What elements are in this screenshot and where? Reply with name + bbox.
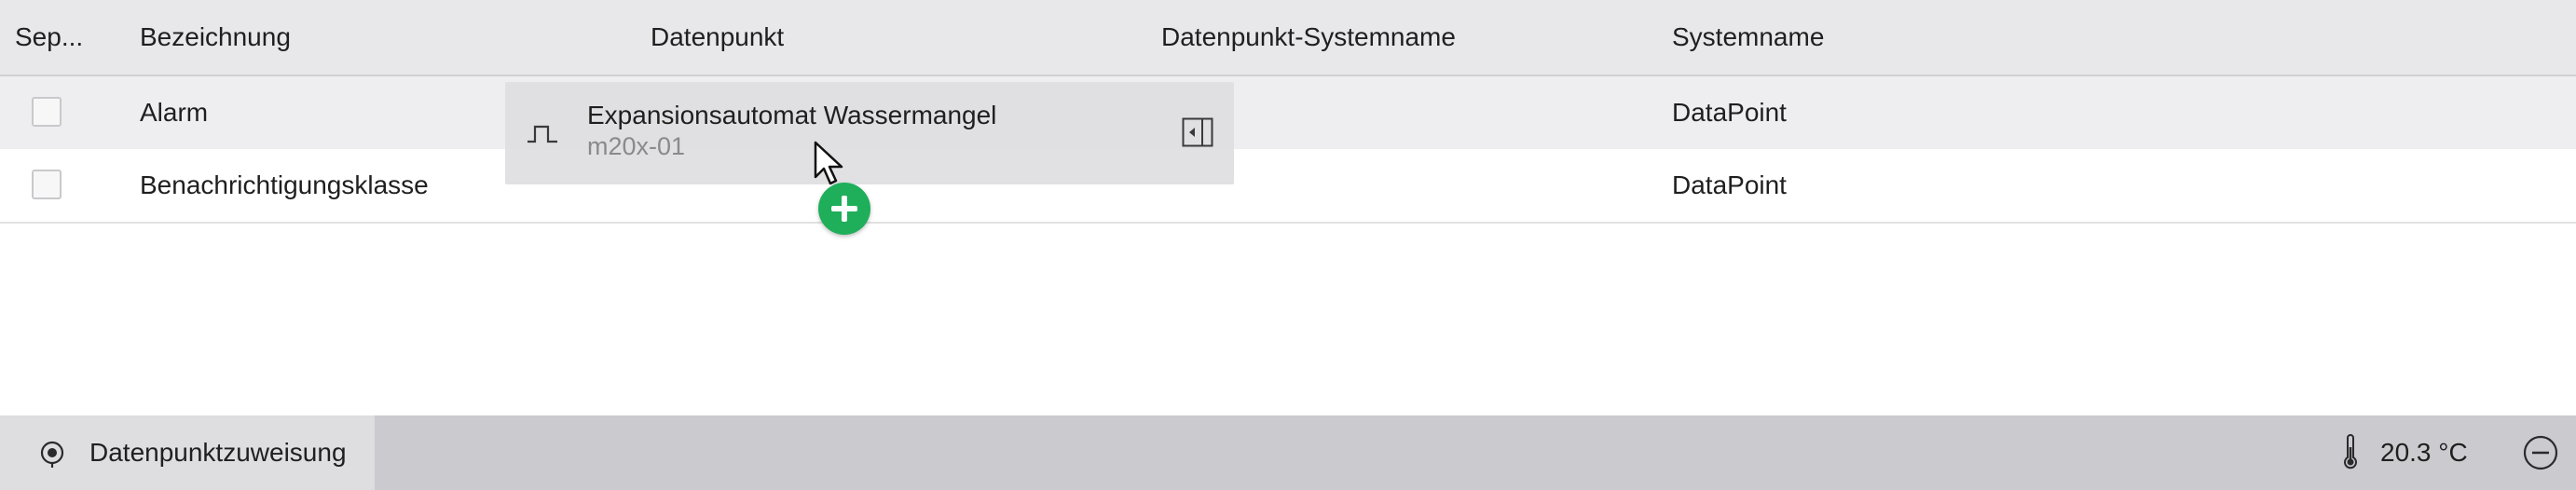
mouse-cursor-icon [814,141,843,185]
pulse-signal-icon [528,125,557,143]
column-header-systemname[interactable]: Systemname [1672,0,1824,75]
row-checkbox[interactable] [32,97,62,127]
cell-bezeichnung: Alarm [140,98,209,127]
cell-systemname: DataPoint [1672,170,1787,199]
drag-preview-title: Expansionsautomat Wassermangel [587,101,997,129]
tab-datenpunktzuweisung[interactable]: Datenpunktzuweisung [0,415,375,490]
column-header-datenpunkt-systemname[interactable]: Datenpunkt-Systemname [1161,0,1456,75]
row-checkbox[interactable] [32,170,62,199]
thermometer-icon [2344,434,2357,470]
location-target-icon [40,441,64,468]
column-header-datenpunkt[interactable]: Datenpunkt [651,0,784,75]
panel-collapse-icon [1182,117,1213,147]
temperature-readout: 20.3 °C [2380,438,2468,467]
status-bar: Datenpunktzuweisung 20.3 °C [0,415,2576,490]
cell-systemname: DataPoint [1672,98,1787,127]
drag-preview[interactable]: Expansionsautomat Wassermangel m20x-01 [505,82,1234,184]
tab-label: Datenpunktzuweisung [89,438,347,467]
column-header-bezeichnung[interactable]: Bezeichnung [140,0,291,75]
cell-bezeichnung: Benachrichtigungsklasse [140,170,429,199]
plus-icon [818,183,870,235]
table-header: Sep... Bezeichnung Datenpunkt Datenpunkt… [0,0,2576,76]
column-header-separator[interactable]: Sep... [15,0,83,75]
table-row[interactable]: Alarm DataPoint [0,75,2576,151]
drag-preview-subtitle: m20x-01 [587,132,686,160]
minus-circle-icon[interactable] [2522,434,2559,471]
datapoint-assignment-view: Sep... Bezeichnung Datenpunkt Datenpunkt… [0,0,2576,490]
table-row[interactable]: Benachrichtigungsklasse DataPoint [0,149,2576,224]
